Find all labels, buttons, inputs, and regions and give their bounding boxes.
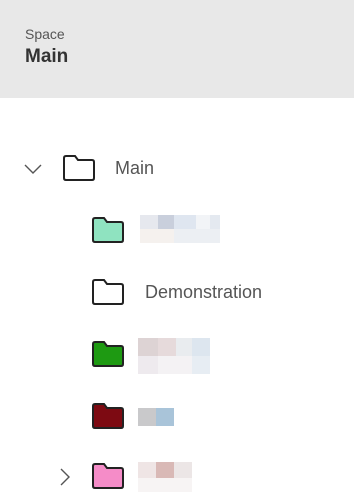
space-header: Space Main bbox=[0, 0, 354, 98]
redacted-label bbox=[138, 338, 210, 374]
folder-icon bbox=[92, 279, 124, 305]
tree-item-folder[interactable] bbox=[0, 458, 354, 498]
folder-icon bbox=[63, 155, 95, 181]
tree-item-folder[interactable] bbox=[0, 336, 354, 376]
folder-icon bbox=[92, 341, 124, 367]
tree-item-folder[interactable] bbox=[0, 398, 354, 438]
tree-item-label: Main bbox=[115, 158, 155, 178]
redacted-label bbox=[140, 215, 220, 243]
folder-icon bbox=[92, 217, 124, 243]
tree-item-main[interactable]: Main bbox=[0, 148, 354, 188]
folder-icon bbox=[92, 463, 124, 489]
tree-item-demonstration[interactable]: Demonstration bbox=[0, 272, 354, 312]
chevron-down-icon[interactable] bbox=[23, 159, 43, 179]
folder-tree: Main Demonstration bbox=[0, 98, 354, 499]
space-title: Main bbox=[25, 46, 69, 67]
chevron-right-icon[interactable] bbox=[55, 467, 75, 487]
tree-item-label: Demonstration bbox=[145, 282, 263, 302]
redacted-label bbox=[138, 408, 174, 426]
tree-item-folder[interactable] bbox=[0, 210, 354, 250]
folder-icon bbox=[92, 403, 124, 429]
redacted-label bbox=[138, 462, 192, 492]
space-label: Space bbox=[25, 26, 65, 42]
